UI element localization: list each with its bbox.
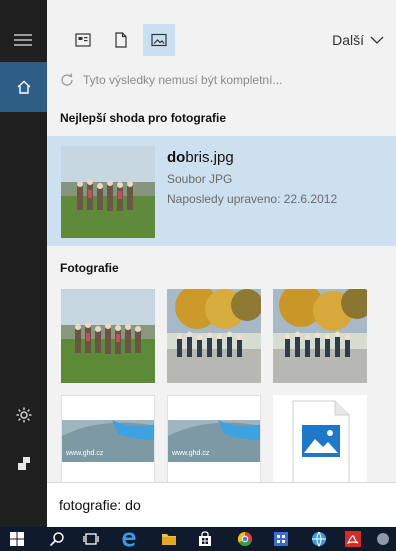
system-tray-button[interactable] [374,530,392,548]
left-rail [0,0,47,527]
photos-tab-icon [151,33,167,47]
website-thumbnail [62,396,154,488]
more-filters-label: Další [332,32,364,48]
acrobat-button[interactable] [344,530,362,548]
best-match-heading: Nejlepší shoda pro fotografie [60,111,227,125]
search-box[interactable] [47,482,396,527]
home-icon [17,80,30,94]
filename-rest: bris.jpg [185,149,234,166]
search-window: Další Tyto výsledky nemusí být kompletní… [0,0,396,551]
app-button[interactable] [272,530,290,548]
best-match-filename: dobris.jpg [167,149,234,166]
photo-result-1[interactable] [61,289,155,383]
filter-bar: Další [47,14,396,64]
task-view-button[interactable] [82,530,100,548]
photo-result-2[interactable] [167,289,261,383]
chrome-icon [237,531,252,547]
best-match-type: Soubor JPG [167,172,233,186]
more-filters-button[interactable]: Další [332,32,384,48]
taskbar [0,527,396,551]
tray-app-icon [377,533,389,545]
results-panel: Další Tyto výsledky nemusí být kompletní… [47,0,396,527]
photo-result-4[interactable]: www.ghd.cz [61,395,155,489]
website-thumbnail [168,396,260,488]
edge-icon [122,532,136,547]
image-file-icon [292,400,350,484]
photos-heading: Fotografie [60,261,119,275]
globe-icon [312,531,326,547]
tab-photos[interactable] [143,24,175,56]
photo-result-6[interactable] [273,395,367,489]
settings-button[interactable] [12,403,36,427]
gear-icon [16,407,32,423]
store-icon [199,531,211,546]
chrome-button[interactable] [236,530,254,548]
windows-start-button[interactable] [8,530,26,548]
browser-button[interactable] [310,530,328,548]
chevron-down-icon [370,36,384,44]
pdf-icon [345,531,361,547]
search-icon [49,532,64,547]
photo-result-3[interactable] [273,289,367,383]
search-input[interactable] [59,493,379,517]
incomplete-results-notice: Tyto výsledky nemusí být kompletní... [59,72,282,88]
thumbnail-caption: www.ghd.cz [172,450,210,457]
edge-browser-button[interactable] [120,530,138,548]
apps-tab-icon [75,33,91,47]
photo-result-5[interactable]: www.ghd.cz [167,395,261,489]
taskbar-search-button[interactable] [48,530,66,548]
best-match-thumbnail [61,146,155,238]
hamburger-menu-icon[interactable] [14,34,32,46]
home-button[interactable] [0,62,47,112]
windows-logo-icon [10,532,24,546]
filename-match: do [167,149,186,166]
file-explorer-button[interactable] [160,530,178,548]
notice-text: Tyto výsledky nemusí být kompletní... [83,73,283,87]
folder-icon [162,534,176,545]
tab-documents[interactable] [105,24,137,56]
thumbnail-caption: www.ghd.cz [66,450,104,457]
app-grid-icon [274,532,288,546]
feedback-icon [18,457,30,470]
feedback-button[interactable] [12,451,36,475]
task-view-icon [83,533,99,545]
documents-tab-icon [115,32,127,48]
best-match-modified: Naposledy upraveno: 22.6.2012 [167,192,338,206]
store-button[interactable] [196,530,214,548]
tab-apps[interactable] [67,24,99,56]
best-match-item[interactable]: dobris.jpg Soubor JPG Naposledy upraveno… [47,136,396,246]
refresh-icon [61,73,73,86]
